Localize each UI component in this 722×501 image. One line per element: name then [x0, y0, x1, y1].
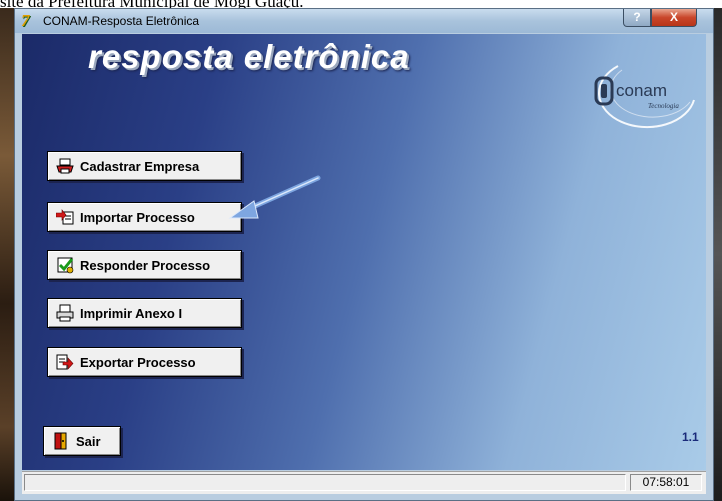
exit-door-icon: [52, 432, 70, 450]
responder-processo-label: Responder Processo: [80, 257, 211, 273]
exportar-processo-label: Exportar Processo: [80, 354, 196, 370]
sair-label: Sair: [76, 433, 101, 449]
sair-button[interactable]: Sair: [43, 426, 121, 456]
conam-logo-name: conam: [616, 81, 667, 100]
close-button[interactable]: X: [651, 9, 697, 27]
conam-logo: conam Tecnologia: [594, 65, 695, 129]
desktop-background-right: [714, 8, 722, 501]
importar-processo-label: Importar Processo: [80, 209, 195, 225]
status-panel-message: [24, 474, 626, 491]
main-panel: resposta eletrônica conam Tecnologia Cad…: [22, 34, 706, 470]
imprimir-anexo-button[interactable]: Imprimir Anexo I: [47, 298, 242, 328]
help-button[interactable]: ?: [623, 9, 651, 27]
desktop-background-left: [0, 8, 14, 501]
status-clock: 07:58:01: [630, 474, 702, 491]
brand-title: resposta eletrônica: [88, 38, 410, 75]
cadastrar-empresa-label: Cadastrar Empresa: [80, 158, 200, 174]
exportar-processo-button[interactable]: Exportar Processo: [47, 347, 242, 377]
importar-processo-button[interactable]: Importar Processo: [47, 202, 242, 232]
printer-icon: [56, 157, 74, 175]
export-document-icon: [56, 353, 74, 371]
window-title: CONAM-Resposta Eletrônica: [43, 14, 200, 28]
cadastrar-empresa-button[interactable]: Cadastrar Empresa: [47, 151, 242, 181]
annotation-arrow-icon: [228, 175, 321, 219]
responder-processo-button[interactable]: Responder Processo: [47, 250, 242, 280]
app-icon[interactable]: 7: [21, 12, 41, 30]
imprimir-anexo-label: Imprimir Anexo I: [80, 305, 183, 321]
conam-logo-tagline: Tecnologia: [648, 102, 679, 110]
app-window: 7 CONAM-Resposta Eletrônica ? X resposta…: [14, 8, 714, 501]
status-bar: 07:58:01: [22, 471, 706, 494]
version-label: 1.1: [682, 430, 699, 444]
title-bar[interactable]: 7 CONAM-Resposta Eletrônica ? X: [15, 9, 713, 33]
respond-check-icon: [56, 256, 74, 274]
import-document-icon: [56, 208, 74, 226]
print-icon: [56, 304, 74, 322]
